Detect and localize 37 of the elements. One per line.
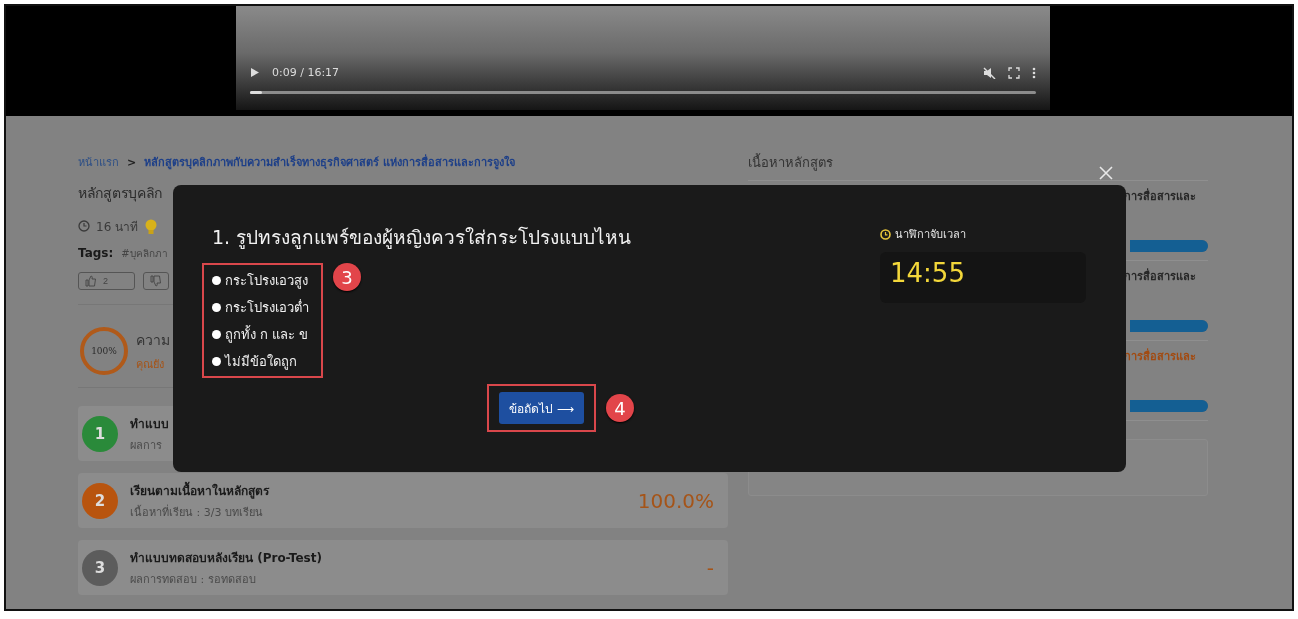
step-number: 2	[82, 482, 118, 519]
timer-display: 14:55	[880, 252, 1086, 303]
breadcrumb-link[interactable]: หลักสูตรบุคลิกภาพกับความสำเร็จทางธุรกิจศาสตร์ แห่งการสื่อสารและการจูงใจ	[144, 153, 516, 171]
next-button[interactable]: ข้อถัดไป ⟶	[499, 392, 585, 424]
step-title: ทำแบบ	[130, 415, 169, 433]
step-result: 100.0%	[637, 488, 714, 513]
step-result: -	[706, 555, 714, 580]
step-title: เรียนตามเนื้อหาในหลักสูตร	[130, 480, 269, 500]
course-title: หลักสูตรบุคลิก	[78, 184, 163, 204]
sidebar-heading: เนื้อหาหลักสูตร	[748, 152, 1208, 181]
option-label[interactable]: ถูกทั้ง ก และ ข	[225, 323, 309, 345]
step-card[interactable]: 2 เรียนตามเนื้อหาในหลักสูตร เนื้อหาที่เรียน : 3/3 บทเรียน 100.0%	[78, 473, 728, 528]
step-subtitle: เนื้อหาที่เรียน : 3/3 บทเรียน	[130, 503, 264, 521]
lesson-title[interactable]: การสื่อสารและ	[1124, 187, 1196, 205]
timer-label: นาฬิกาจับเวลา	[895, 227, 966, 243]
option-label[interactable]: กระโปรงเอวต่ำ	[225, 296, 309, 318]
breadcrumb-separator: >	[127, 155, 137, 169]
step-number: 1	[82, 415, 118, 452]
lesson-title[interactable]: การสื่อสารและ	[1124, 267, 1196, 285]
step-title: ทำแบบทดสอบหลังเรียน (Pro-Test)	[130, 549, 322, 567]
step-subtitle: ผลการ	[130, 437, 163, 454]
step-subtitle: ผลการทดสอบ : รอทดสอบ	[130, 571, 257, 588]
step-number: 3	[82, 549, 118, 586]
duration-text: 16 นาที	[96, 218, 139, 236]
progress-ring: 100%	[80, 327, 128, 375]
tag-link[interactable]: #บุคลิกภา	[121, 245, 168, 261]
tags-label: Tags:	[78, 246, 114, 260]
progress-title: ความ	[136, 331, 170, 350]
video-time: 0:09 / 16:17	[272, 66, 340, 79]
question-text: 1. รูปทรงลูกแพร์ของผู้หญิงควรใส่กระโปรงแบบไหน	[212, 225, 633, 251]
progress-subtitle: คุณยัง	[136, 357, 165, 373]
video-player[interactable]: 0:09 / 16:17	[236, 6, 1050, 110]
step-marker: 3	[333, 263, 361, 291]
step-card[interactable]: 3 ทำแบบทดสอบหลังเรียน (Pro-Test) ผลการทดสอบ : รอทดสอบ -	[78, 540, 728, 595]
option-label[interactable]: กระโปรงเอวสูง	[225, 269, 308, 291]
option-label[interactable]: ไม่มีข้อใดถูก	[225, 350, 297, 372]
step-marker: 4	[606, 394, 635, 422]
